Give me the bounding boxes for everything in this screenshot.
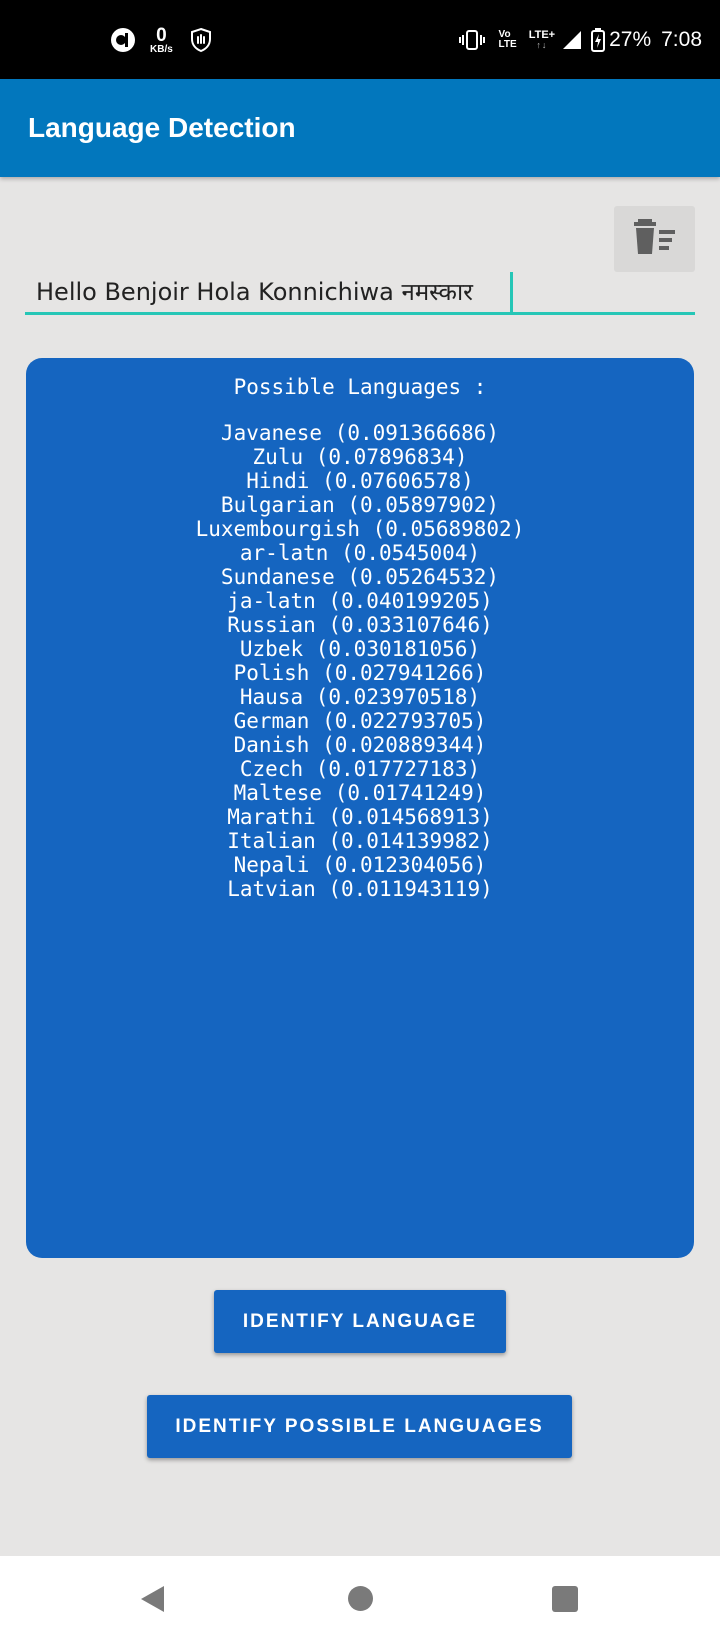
identify-language-button[interactable]: IDENTIFY LANGUAGE <box>214 1290 506 1353</box>
result-item: Bulgarian (0.05897902) <box>220 493 500 517</box>
result-item: Javanese (0.091366686) <box>220 421 500 445</box>
battery-percent: 27% <box>609 28 652 51</box>
clear-all-icon <box>632 218 678 261</box>
battery-charging-icon <box>591 28 606 52</box>
result-item: Hausa (0.023970518) <box>239 685 481 709</box>
data-arrows-icon: ↑↓ <box>536 40 548 50</box>
back-icon[interactable] <box>138 1584 166 1619</box>
results-list: Javanese (0.091366686) Zulu (0.07896834) H… <box>26 421 694 901</box>
result-item: Italian (0.014139982) <box>227 829 493 853</box>
identify-possible-languages-button[interactable]: IDENTIFY POSSIBLE LANGUAGES <box>147 1395 572 1458</box>
results-heading: Possible Languages : <box>233 375 487 399</box>
results-panel: Possible Languages : Javanese (0.0913666… <box>26 358 694 1258</box>
text-cursor <box>510 272 513 312</box>
result-item: Luxembourgish (0.05689802) <box>195 517 525 541</box>
notification-app-icon <box>110 27 136 53</box>
app-bar: Language Detection <box>0 79 720 177</box>
status-right: Vo LTE LTE+ ↑↓ 27% 7:08 <box>458 22 702 58</box>
result-item: Uzbek (0.030181056) <box>239 637 481 661</box>
result-item: Polish (0.027941266) <box>233 661 487 685</box>
result-item: Czech (0.017727183) <box>239 757 481 781</box>
navigation-bar <box>0 1556 720 1640</box>
network-type: LTE+ ↑↓ <box>529 30 555 50</box>
result-item: Danish (0.020889344) <box>233 733 487 757</box>
result-item: Zulu (0.07896834) <box>252 445 468 469</box>
result-item: Russian (0.033107646) <box>227 613 493 637</box>
status-bar: 0 KB/s Vo LTE LTE+ ↑↓ 27% 7:08 <box>0 0 720 79</box>
text-input-container <box>25 270 695 315</box>
data-speed-unit: KB/s <box>150 43 173 55</box>
app-title: Language Detection <box>28 112 296 143</box>
clear-text-button[interactable] <box>614 206 695 272</box>
result-item: Maltese (0.01741249) <box>233 781 487 805</box>
clock: 7:08 <box>661 28 702 51</box>
result-item: Sundanese (0.05264532) <box>220 565 500 589</box>
result-item: Marathi (0.014568913) <box>227 805 493 829</box>
status-left: 0 KB/s <box>110 22 227 58</box>
data-speed-indicator: 0 KB/s <box>150 26 173 55</box>
result-item: Hindi (0.07606578) <box>246 469 474 493</box>
data-speed-value: 0 <box>156 24 167 46</box>
volte-line2: LTE <box>498 39 517 50</box>
result-item: ar-latn (0.0545004) <box>239 541 481 565</box>
result-item: German (0.022793705) <box>233 709 487 733</box>
volte-indicator: Vo LTE <box>498 29 517 51</box>
signal-icon <box>561 29 583 51</box>
result-item: Nepali (0.012304056) <box>233 853 487 877</box>
home-icon[interactable] <box>348 1586 373 1611</box>
recents-icon[interactable] <box>552 1586 578 1612</box>
result-item: ja-latn (0.040199205) <box>227 589 493 613</box>
vibrate-icon <box>458 29 485 51</box>
shield-hand-icon <box>189 27 213 53</box>
text-input[interactable] <box>25 270 695 312</box>
result-item: Latvian (0.011943119) <box>227 877 493 901</box>
